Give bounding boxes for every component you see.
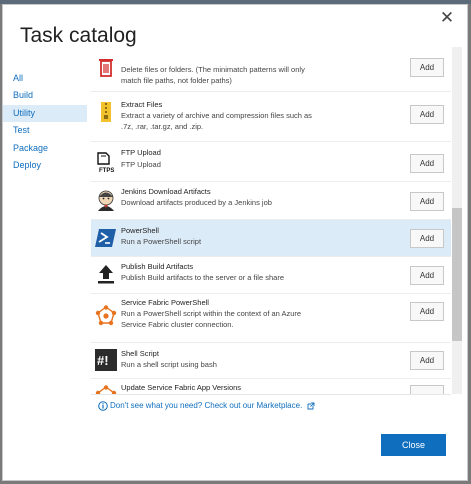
svg-text:#!: #! (97, 353, 109, 368)
task-description: FTP Upload (121, 160, 161, 169)
task-item-service-fabric-powershell[interactable]: Service Fabric PowerShell Run a PowerShe… (91, 294, 451, 343)
task-name: Shell Script (121, 349, 159, 358)
task-name: Service Fabric PowerShell (121, 298, 209, 307)
add-button[interactable] (410, 385, 444, 394)
nav-item-utility[interactable]: Utility (3, 104, 87, 123)
task-description: Delete files or folders. (The minimatch … (121, 65, 305, 85)
task-description: Run a PowerShell script (121, 237, 202, 246)
add-button[interactable]: Add (410, 302, 444, 321)
task-name: Jenkins Download Artifacts (121, 187, 211, 196)
add-button[interactable]: Add (410, 58, 444, 77)
task-item-jenkins[interactable]: Jenkins Download Artifacts Download arti… (91, 182, 451, 220)
jenkins-icon (98, 190, 114, 211)
nav-item-build[interactable]: Build (3, 87, 87, 104)
shell-script-icon: #! (95, 349, 117, 371)
task-description: Download artifacts produced by a Jenkins… (121, 198, 272, 207)
task-list-scrollbar[interactable] (452, 47, 462, 394)
zip-archive-icon (101, 102, 111, 122)
task-item-extract-files[interactable]: Extract Files Extract a variety of archi… (91, 92, 451, 142)
task-name: PowerShell (121, 226, 159, 235)
task-item-update-service-fabric-app-versions[interactable]: Update Service Fabric App Versions (91, 379, 451, 394)
add-button[interactable]: Add (410, 229, 444, 248)
service-fabric-icon (95, 385, 117, 394)
task-name: Publish Build Artifacts (121, 262, 194, 271)
close-icon[interactable]: ✕ (439, 9, 455, 27)
task-item-ftp-upload[interactable]: FTPS FTP Upload FTP Upload Add (91, 142, 451, 182)
upload-arrow-icon (98, 265, 114, 284)
external-link-icon (307, 402, 314, 410)
task-item-publish-build-artifacts[interactable]: Publish Build Artifacts Publish Build ar… (91, 257, 451, 294)
task-name: Update Service Fabric App Versions (121, 383, 242, 392)
add-button[interactable]: Add (410, 192, 444, 211)
task-item-delete-files[interactable]: Delete files or folders. (The minimatch … (91, 47, 451, 92)
add-button[interactable]: Add (410, 351, 444, 370)
powershell-icon (95, 229, 116, 247)
category-nav: All Build Utility Test Package Deploy (3, 70, 87, 174)
service-fabric-icon (95, 305, 117, 326)
add-button[interactable]: Add (410, 154, 444, 173)
task-description: Run a PowerShell script within the conte… (121, 309, 302, 329)
task-list[interactable]: Delete files or folders. (The minimatch … (91, 47, 451, 395)
ftps-icon: FTPS (97, 152, 114, 174)
info-icon (98, 401, 108, 411)
scrollbar-thumb[interactable] (452, 208, 462, 341)
add-button[interactable]: Add (410, 266, 444, 285)
trash-icon (99, 59, 113, 77)
marketplace-link-text[interactable]: Don't see what you need? Check out our M… (110, 401, 302, 410)
marketplace-link[interactable]: Don't see what you need? Check out our M… (110, 401, 315, 410)
add-button[interactable]: Add (410, 105, 444, 124)
nav-item-all[interactable]: All (3, 70, 87, 87)
task-item-powershell[interactable]: PowerShell Run a PowerShell script Add (91, 220, 451, 257)
nav-item-package[interactable]: Package (3, 140, 87, 157)
task-name: Extract Files (121, 100, 163, 109)
task-description: Run a shell script using bash (121, 360, 217, 369)
nav-item-deploy[interactable]: Deploy (3, 157, 87, 174)
task-item-shell-script[interactable]: #! Shell Script Run a shell script using… (91, 343, 451, 379)
svg-text:FTPS: FTPS (99, 168, 114, 174)
task-description: Publish Build artifacts to the server or… (121, 273, 284, 282)
task-name: FTP Upload (121, 148, 161, 157)
task-description: Extract a variety of archive and compres… (121, 111, 312, 131)
nav-item-test[interactable]: Test (3, 122, 87, 139)
close-button[interactable]: Close (381, 434, 446, 456)
dialog-title: Task catalog (20, 24, 137, 47)
